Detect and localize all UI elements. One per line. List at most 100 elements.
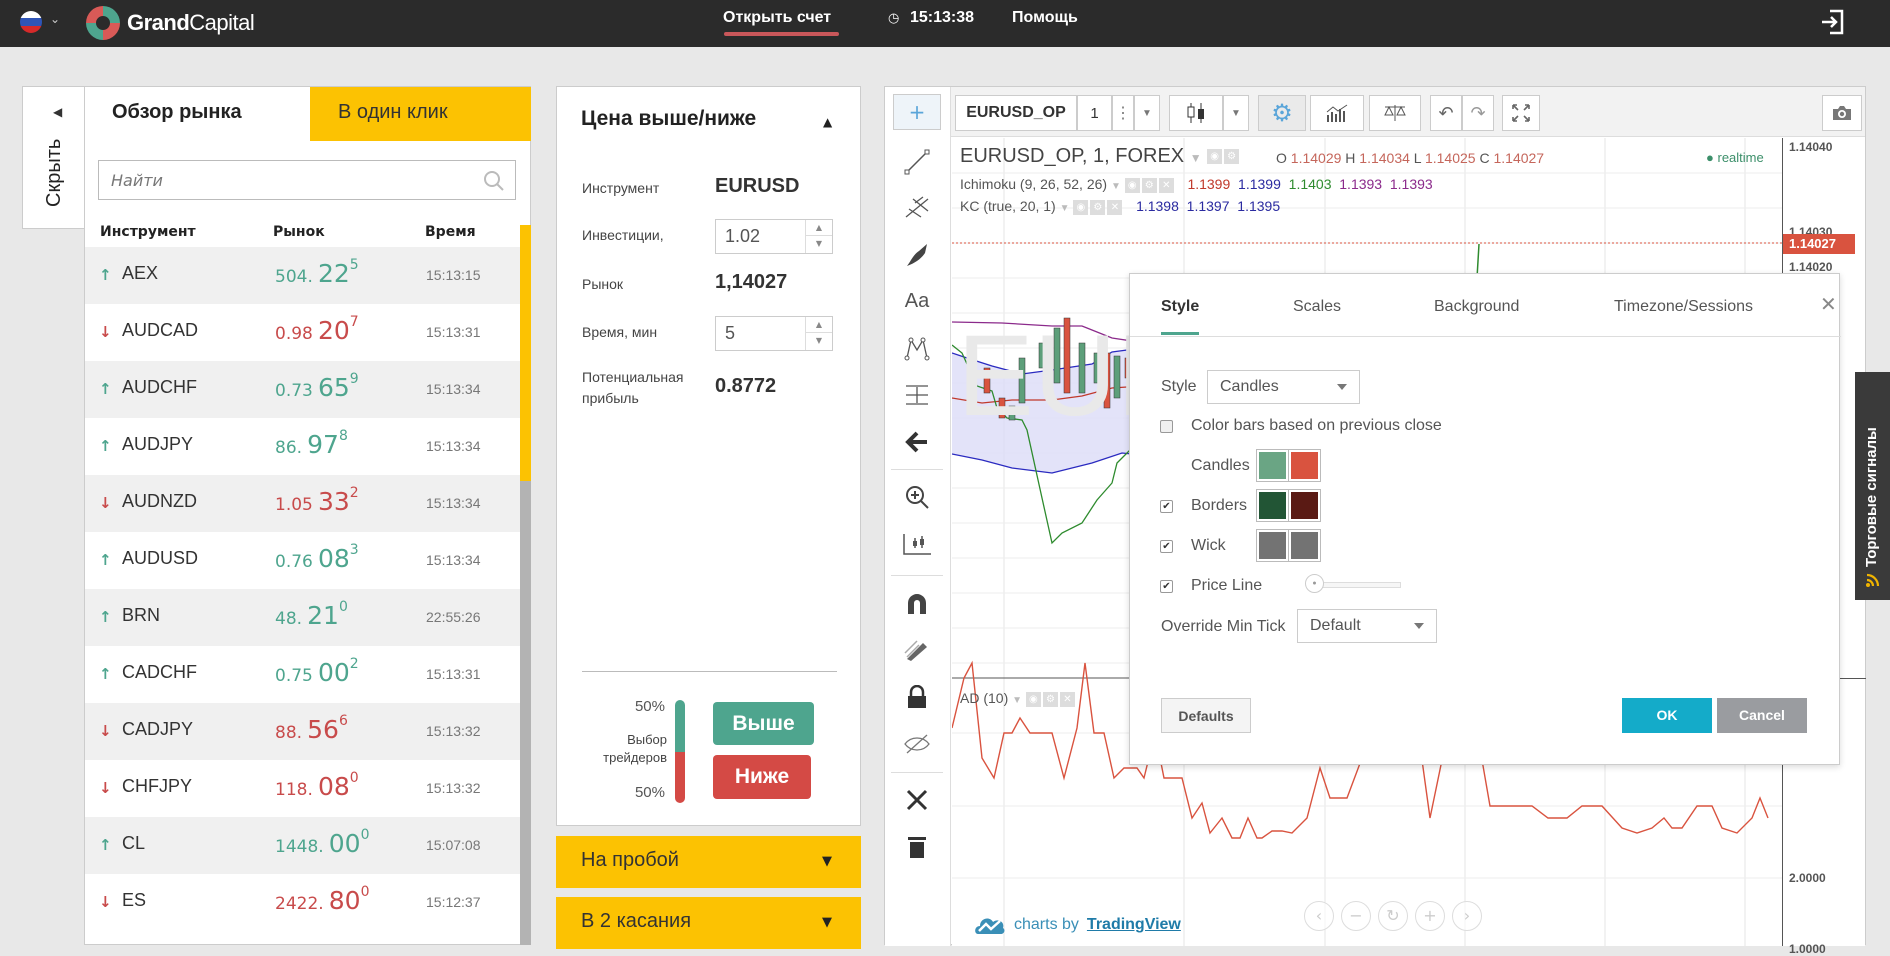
visibility-eye-icon[interactable]: ◉ [1073, 199, 1089, 215]
wick-down-color-swatch[interactable] [1288, 529, 1321, 562]
instrument-row[interactable]: ↑ AUDCHF 0.73 659 15:13:34 [85, 361, 520, 418]
instrument-row[interactable]: ↑ AEX 504. 225 15:13:15 [85, 247, 520, 304]
language-chevron-down-icon[interactable]: ⌄ [50, 12, 60, 26]
tab-one-click[interactable]: В один клик [310, 87, 531, 141]
increment-icon[interactable]: ▲ [806, 220, 832, 236]
instrument-row[interactable]: ↓ AUDNZD 1.05 332 15:13:34 [85, 475, 520, 532]
arrow-left-icon[interactable] [893, 424, 941, 460]
zoom-in-icon[interactable] [893, 479, 941, 515]
indicator-settings-icon[interactable]: ⚙ [1090, 199, 1106, 215]
time-input[interactable] [716, 317, 804, 350]
indicator-settings-icon[interactable]: ⚙ [1042, 691, 1058, 707]
instrument-row[interactable]: ↑ AUDUSD 0.76 083 15:13:34 [85, 532, 520, 589]
lower-button[interactable]: Ниже [713, 755, 811, 799]
undo-icon[interactable]: ↶ [1430, 95, 1462, 131]
legend-dropdown-icon[interactable]: ▼ [1012, 695, 1022, 706]
tab-style[interactable]: Style [1161, 298, 1199, 316]
brush-icon[interactable] [893, 237, 941, 273]
tab-timezone-sessions[interactable]: Timezone/Sessions [1614, 298, 1753, 316]
grand-capital-logo-icon[interactable] [84, 4, 122, 42]
symbol-search-button[interactable]: EURUSD_OP [955, 95, 1077, 131]
color-bars-checkbox[interactable] [1160, 420, 1173, 433]
wick-checkbox[interactable]: ✔ [1160, 540, 1173, 553]
borders-down-color-swatch[interactable] [1288, 489, 1321, 522]
crosshair-icon[interactable]: + [893, 94, 941, 130]
column-header-time[interactable]: Время [425, 224, 476, 240]
borders-up-color-swatch[interactable] [1256, 489, 1289, 522]
decrement-icon[interactable]: ▼ [806, 333, 832, 349]
interval-button[interactable]: 1 [1077, 95, 1112, 131]
accordion-two-touch[interactable]: В 2 касания ▼ [556, 897, 861, 949]
ok-button[interactable]: OK [1622, 698, 1712, 733]
lock-icon[interactable] [893, 679, 941, 715]
visibility-eye-icon[interactable]: ◉ [1124, 177, 1140, 193]
cancel-button[interactable]: Cancel [1717, 698, 1807, 733]
scroll-right-icon[interactable]: › [1452, 901, 1482, 931]
series-settings-icon[interactable]: ⚙ [1224, 149, 1240, 165]
instrument-row[interactable]: ↓ CHFJPY 118. 080 15:13:32 [85, 760, 520, 817]
language-flag-icon[interactable] [20, 11, 42, 33]
open-account-link[interactable]: Открыть счет [723, 9, 831, 27]
interval-more-icon[interactable]: ⋮ [1112, 95, 1134, 131]
defaults-button[interactable]: Defaults [1161, 698, 1251, 733]
column-header-instrument[interactable]: Инструмент [100, 224, 196, 240]
tools-icon[interactable] [893, 782, 941, 818]
fullscreen-icon[interactable] [1502, 95, 1540, 131]
wick-up-color-swatch[interactable] [1256, 529, 1289, 562]
tab-scales[interactable]: Scales [1293, 298, 1341, 316]
higher-button[interactable]: Выше [713, 702, 814, 745]
collapse-up-icon[interactable]: ▲ [823, 115, 832, 129]
tradingview-link[interactable]: TradingView [1087, 916, 1181, 934]
close-icon[interactable]: ✕ [1820, 292, 1837, 317]
decrement-icon[interactable]: ▼ [806, 236, 832, 252]
trend-line-icon[interactable] [893, 144, 941, 180]
reset-chart-icon[interactable]: ↻ [1378, 901, 1408, 931]
brand-name[interactable]: GrandCapital [127, 10, 255, 36]
hide-drawings-icon[interactable] [893, 726, 941, 762]
slider-handle[interactable]: ● [1305, 574, 1324, 593]
visibility-eye-icon[interactable]: ◉ [1025, 691, 1041, 707]
stay-drawing-icon[interactable] [893, 632, 941, 668]
instrument-row[interactable]: ↑ BRN 48. 210 22:55:26 [85, 589, 520, 646]
column-header-market[interactable]: Рынок [273, 224, 325, 240]
trading-signals-tab[interactable]: Торговые сигналы [1855, 372, 1890, 600]
measure-icon[interactable] [893, 377, 941, 413]
search-input[interactable] [99, 161, 479, 199]
search-icon[interactable] [483, 170, 505, 192]
instrument-row[interactable]: ↑ CL 1448. 000 15:07:08 [85, 817, 520, 874]
compare-scales-icon[interactable] [1369, 95, 1421, 131]
redo-icon[interactable]: ↷ [1462, 95, 1494, 131]
instrument-row[interactable]: ↓ CADJPY 88. 566 15:13:32 [85, 703, 520, 760]
ruler-icon[interactable] [893, 527, 941, 563]
ichimoku-label[interactable]: Ichimoku (9, 26, 52, 26) [960, 176, 1107, 192]
zoom-in-icon[interactable]: + [1415, 901, 1445, 931]
price-line-checkbox[interactable]: ✔ [1160, 580, 1173, 593]
candles-down-color-swatch[interactable] [1288, 449, 1321, 482]
instrument-row[interactable]: ↓ AUDCAD 0.98 207 15:13:31 [85, 304, 520, 361]
remove-indicator-icon[interactable]: ✕ [1059, 691, 1075, 707]
legend-dropdown-icon[interactable]: ▼ [1190, 151, 1202, 165]
increment-icon[interactable]: ▲ [806, 317, 832, 333]
scroll-left-icon[interactable]: ‹ [1304, 901, 1334, 931]
keltner-label[interactable]: KC (true, 20, 1) [960, 198, 1056, 214]
list-scrollbar[interactable] [520, 225, 531, 945]
text-tool-icon[interactable]: Aa [893, 283, 941, 319]
ad-label[interactable]: AD (10) [960, 690, 1008, 706]
zoom-out-icon[interactable]: − [1341, 901, 1371, 931]
pitchfork-icon[interactable] [893, 189, 941, 225]
tab-market-overview[interactable]: Обзор рынка [85, 87, 310, 141]
price-line-width-slider[interactable]: ● [1305, 574, 1405, 593]
instrument-row[interactable]: ↑ CADCHF 0.75 002 15:13:31 [85, 646, 520, 703]
indicators-icon[interactable] [1310, 95, 1364, 131]
legend-dropdown-icon[interactable]: ▼ [1060, 203, 1070, 214]
magnet-icon[interactable] [893, 586, 941, 622]
chart-settings-gear-icon[interactable]: ⚙ [1258, 95, 1306, 131]
series-title[interactable]: EURUSD_OP, 1, FOREX [960, 145, 1184, 167]
help-link[interactable]: Помощь [1012, 9, 1078, 27]
remove-indicator-icon[interactable]: ✕ [1158, 177, 1174, 193]
hide-panel-tab[interactable]: ◀ Скрыть [22, 86, 84, 229]
interval-dropdown-icon[interactable]: ▼ [1134, 95, 1160, 131]
tab-background[interactable]: Background [1434, 298, 1519, 316]
trash-icon[interactable] [893, 829, 941, 865]
pattern-icon[interactable] [893, 330, 941, 366]
